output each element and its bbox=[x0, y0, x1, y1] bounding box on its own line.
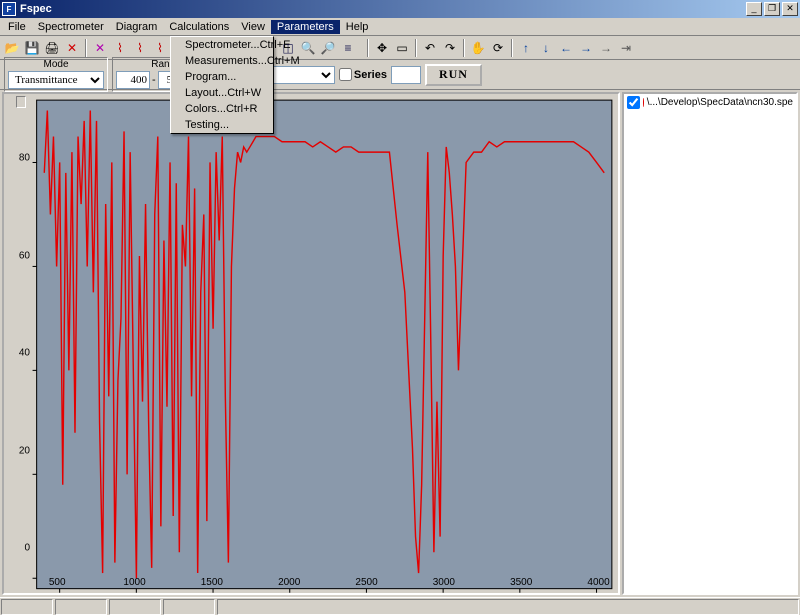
y-tick-label: 20 bbox=[19, 445, 30, 456]
series-checkbox[interactable]: Series bbox=[339, 68, 387, 81]
zoom-in-icon[interactable]: 🔍 bbox=[298, 38, 318, 58]
statusbar bbox=[0, 597, 800, 615]
file-path-label: \...\Develop\SpecData\ncn30.spe bbox=[647, 97, 793, 108]
menu-item[interactable]: Testing... bbox=[171, 117, 273, 133]
app-title: Fspec bbox=[20, 3, 746, 15]
y-tick-label: 40 bbox=[19, 348, 30, 359]
spectrum-tool3-icon[interactable]: ⌇ bbox=[150, 38, 170, 58]
menu-diagram[interactable]: Diagram bbox=[110, 20, 164, 34]
y-tick-label: 0 bbox=[24, 543, 30, 554]
x-tick-label: 2000 bbox=[278, 577, 300, 588]
status-cell bbox=[217, 599, 799, 615]
status-cell bbox=[55, 599, 107, 615]
mode-label: Mode bbox=[8, 59, 104, 70]
x-tick-label: 1000 bbox=[123, 577, 145, 588]
nudge-up-icon[interactable]: ↑ bbox=[516, 38, 536, 58]
x-tick-label: 3500 bbox=[510, 577, 532, 588]
menu-item[interactable]: Colors...Ctrl+R bbox=[171, 101, 273, 117]
file-visible-checkbox[interactable] bbox=[627, 96, 640, 109]
app-icon: F bbox=[2, 2, 16, 16]
x-tick-label: 2500 bbox=[355, 577, 377, 588]
parameters-menu[interactable]: Spectrometer...Ctrl+EMeasurements...Ctrl… bbox=[170, 36, 274, 134]
menubar: FileSpectrometerDiagramCalculationsViewP… bbox=[0, 18, 800, 36]
nudge-down-icon[interactable]: ↓ bbox=[536, 38, 556, 58]
spectrum-plot[interactable] bbox=[4, 94, 618, 607]
menu-item[interactable]: Program... bbox=[171, 69, 273, 85]
status-cell bbox=[109, 599, 161, 615]
save-icon[interactable]: 💾 bbox=[22, 38, 42, 58]
close-button[interactable]: ✕ bbox=[782, 2, 798, 16]
toolbar-controls: Mode Transmittance Range - cm-1 Series R… bbox=[0, 60, 800, 90]
separator bbox=[511, 39, 513, 57]
separator bbox=[85, 39, 87, 57]
maximize-button[interactable]: ❐ bbox=[764, 2, 780, 16]
menu-item[interactable]: Spectrometer...Ctrl+E bbox=[171, 37, 273, 53]
titlebar: F Fspec _ ❐ ✕ bbox=[0, 0, 800, 18]
redo-icon[interactable]: ↷ bbox=[440, 38, 460, 58]
pointer-icon[interactable]: ▭ bbox=[392, 38, 412, 58]
status-cell bbox=[163, 599, 215, 615]
file-list-item[interactable]: \...\Develop\SpecData\ncn30.spe bbox=[624, 94, 796, 111]
menu-spectrometer[interactable]: Spectrometer bbox=[32, 20, 110, 34]
series-check[interactable] bbox=[339, 68, 352, 81]
delete-icon[interactable]: ✕ bbox=[62, 38, 82, 58]
main-area: 0 20 40 60 80 500 1000 1500 2000 2500 3000 3500 400… bbox=[0, 90, 800, 597]
run-button[interactable]: RUN bbox=[425, 64, 482, 86]
series-input[interactable] bbox=[391, 66, 421, 84]
menu-item[interactable]: Layout...Ctrl+W bbox=[171, 85, 273, 101]
undo-icon[interactable]: ↶ bbox=[420, 38, 440, 58]
x-tick-label: 500 bbox=[49, 577, 66, 588]
range-from-input[interactable] bbox=[116, 71, 150, 89]
hand-icon[interactable]: ✋ bbox=[468, 38, 488, 58]
menu-calculations[interactable]: Calculations bbox=[163, 20, 235, 34]
menu-view[interactable]: View bbox=[235, 20, 271, 34]
y-tick-label: 60 bbox=[19, 250, 30, 261]
minimize-button[interactable]: _ bbox=[746, 2, 762, 16]
mode-select[interactable]: Transmittance bbox=[8, 71, 104, 89]
arrow-end-icon[interactable]: ⇥ bbox=[616, 38, 636, 58]
zoom-out-icon[interactable]: 🔎 bbox=[318, 38, 338, 58]
series-color-icon bbox=[643, 98, 644, 107]
arrow-right-icon[interactable]: → bbox=[596, 38, 616, 58]
menu-item[interactable]: Measurements...Ctrl+M bbox=[171, 53, 273, 69]
file-list-panel: \...\Develop\SpecData\ncn30.spe bbox=[622, 92, 798, 595]
nudge-left-icon[interactable]: ← bbox=[556, 38, 576, 58]
spectrum-tool1-icon[interactable]: ⌇ bbox=[110, 38, 130, 58]
spectrum-tool2-icon[interactable]: ⌇ bbox=[130, 38, 150, 58]
peak-tool-icon[interactable]: ✕ bbox=[90, 38, 110, 58]
menu-parameters[interactable]: Parameters bbox=[271, 20, 340, 34]
nudge-right-icon[interactable]: → bbox=[576, 38, 596, 58]
y-tick-label: 80 bbox=[19, 153, 30, 164]
status-cell bbox=[1, 599, 53, 615]
x-tick-label: 4000 bbox=[587, 577, 609, 588]
x-tick-label: 1500 bbox=[201, 577, 223, 588]
separator bbox=[463, 39, 465, 57]
separator bbox=[415, 39, 417, 57]
open-icon[interactable]: 📂 bbox=[2, 38, 22, 58]
x-tick-label: 3000 bbox=[433, 577, 455, 588]
mode-panel: Mode Transmittance bbox=[4, 57, 108, 92]
plot-panel[interactable]: 0 20 40 60 80 500 1000 1500 2000 2500 3000 3500 400… bbox=[2, 92, 620, 595]
refresh-icon[interactable]: ⟳ bbox=[488, 38, 508, 58]
cal-tool-icon[interactable]: ≡ bbox=[338, 38, 358, 58]
print-icon[interactable]: 🖨 bbox=[42, 38, 62, 58]
menu-file[interactable]: File bbox=[2, 20, 32, 34]
menu-help[interactable]: Help bbox=[340, 20, 375, 34]
pan-icon[interactable]: ✥ bbox=[372, 38, 392, 58]
